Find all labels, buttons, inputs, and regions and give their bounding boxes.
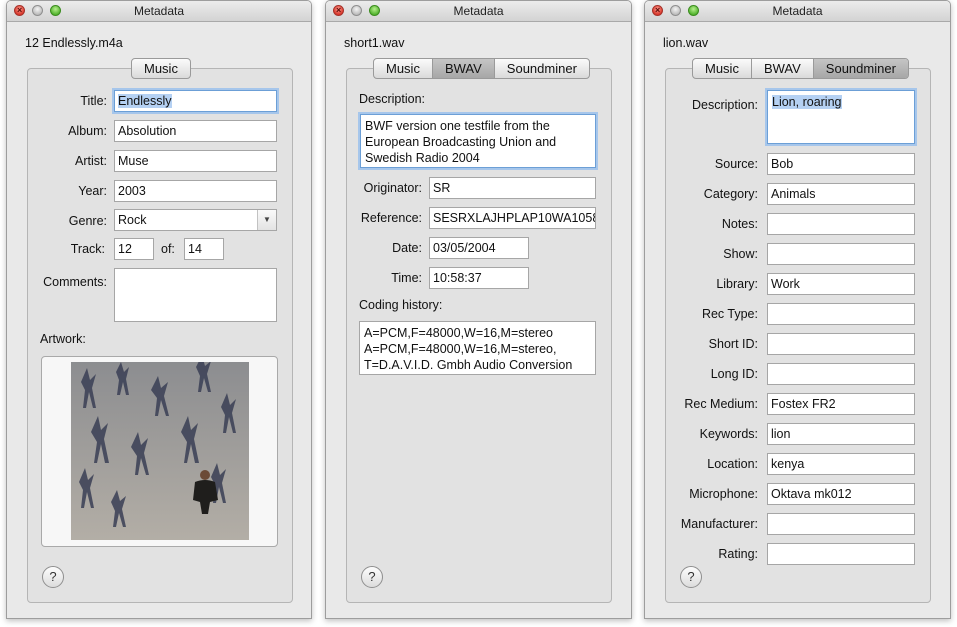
tab-bar: Music BWAV Soundminer [692,58,909,79]
description-field[interactable]: Lion, roaring [767,90,915,144]
description-label: Description: [692,98,758,112]
titlebar[interactable]: × Metadata [7,1,311,22]
rec-medium-field[interactable]: Fostex FR2 [767,393,915,415]
rec-type-field[interactable] [767,303,915,325]
date-field[interactable]: 03/05/2004 [429,237,529,259]
reference-field[interactable]: SESRXLAJHPLAP10WA10583 [429,207,596,229]
comments-field[interactable] [114,268,277,322]
category-label: Category: [703,187,758,201]
artwork-label: Artwork: [40,332,86,346]
long-id-label: Long ID: [710,367,758,381]
comments-label: Comments: [43,275,107,289]
artist-label: Artist: [75,154,107,168]
manufacturer-label: Manufacturer: [680,517,758,531]
category-field[interactable]: Animals [767,183,915,205]
location-label: Location: [707,457,758,471]
tab-music[interactable]: Music [374,59,432,78]
artwork-well[interactable] [41,356,278,547]
description-value: Lion, roaring [772,95,842,109]
notes-field[interactable] [767,213,915,235]
rec-type-label: Rec Type: [701,307,758,321]
library-field[interactable]: Work [767,273,915,295]
coding-history-label: Coding history: [359,298,443,312]
title-field[interactable]: Endlessly [114,90,277,112]
short-id-label: Short ID: [708,337,758,351]
coding-line: T=D.A.V.I.D. Gmbh Audio Conversion [364,358,573,372]
window-title: Metadata [772,4,823,18]
reference-label: Reference: [360,211,422,225]
file-name: 12 Endlessly.m4a [25,36,123,50]
help-button[interactable]: ? [42,566,64,588]
library-label: Library: [716,277,758,291]
rating-field[interactable] [767,543,915,565]
time-field[interactable]: 10:58:37 [429,267,529,289]
notes-label: Notes: [721,217,758,231]
originator-label: Originator: [363,181,422,195]
tab-music[interactable]: Music [132,59,190,78]
metadata-window-m4a: × Metadata 12 Endlessly.m4a Music Title:… [6,0,312,619]
of-label: of: [161,242,175,256]
titlebar[interactable]: × Metadata [645,1,950,22]
long-id-field[interactable] [767,363,915,385]
show-field[interactable] [767,243,915,265]
title-value: Endlessly [118,94,172,108]
genre-label: Genre: [68,214,107,228]
short-id-field[interactable] [767,333,915,355]
tab-bwav[interactable]: BWAV [750,59,813,78]
rating-label: Rating: [718,547,758,561]
file-name: short1.wav [344,36,405,50]
chevron-down-icon[interactable]: ▼ [257,210,276,230]
album-label: Album: [68,124,107,138]
coding-history-field[interactable]: A=PCM,F=48000,W=16,M=stereo A=PCM,F=4800… [359,321,596,375]
title-label: Title: [80,94,107,108]
artist-field[interactable]: Muse [114,150,277,172]
track-field[interactable]: 12 [114,238,154,260]
microphone-label: Microphone: [689,487,758,501]
metadata-window-lion: × Metadata lion.wav Music BWAV Soundmine… [644,0,951,619]
coding-line: A=PCM,F=48000,W=16,M=stereo, [364,342,557,356]
source-label: Source: [714,157,758,171]
tab-music[interactable]: Music [693,59,751,78]
help-button[interactable]: ? [361,566,383,588]
manufacturer-field[interactable] [767,513,915,535]
tab-soundminer[interactable]: Soundminer [493,59,589,78]
tab-bar: Music [131,58,191,79]
titlebar[interactable]: × Metadata [326,1,631,22]
album-artwork-image [71,362,249,540]
keywords-label: Keywords: [699,427,758,441]
microphone-field[interactable]: Oktava mk012 [767,483,915,505]
window-title: Metadata [453,4,504,18]
rec-medium-label: Rec Medium: [684,397,758,411]
genre-value: Rock [118,213,147,227]
year-label: Year: [78,184,107,198]
file-name: lion.wav [663,36,709,50]
year-field[interactable]: 2003 [114,180,277,202]
tab-soundminer[interactable]: Soundminer [812,59,908,78]
tab-bwav[interactable]: BWAV [431,59,494,78]
show-label: Show: [723,247,758,261]
keywords-field[interactable]: lion [767,423,915,445]
total-tracks-field[interactable]: 14 [184,238,224,260]
description-field[interactable]: BWF version one testfile from the Europe… [360,114,596,168]
window-title: Metadata [133,4,185,18]
album-field[interactable]: Absolution [114,120,277,142]
originator-field[interactable]: SR [429,177,596,199]
track-label: Track: [70,242,105,256]
tab-bar: Music BWAV Soundminer [373,58,590,79]
genre-combobox[interactable]: Rock ▼ [114,209,277,231]
help-button[interactable]: ? [680,566,702,588]
date-label: Date: [392,241,422,255]
location-field[interactable]: kenya [767,453,915,475]
metadata-window-short1: × Metadata short1.wav Music BWAV Soundmi… [325,0,632,619]
source-field[interactable]: Bob [767,153,915,175]
time-label: Time: [391,271,422,285]
coding-line: A=PCM,F=48000,W=16,M=stereo [364,326,553,340]
description-label: Description: [359,92,425,106]
